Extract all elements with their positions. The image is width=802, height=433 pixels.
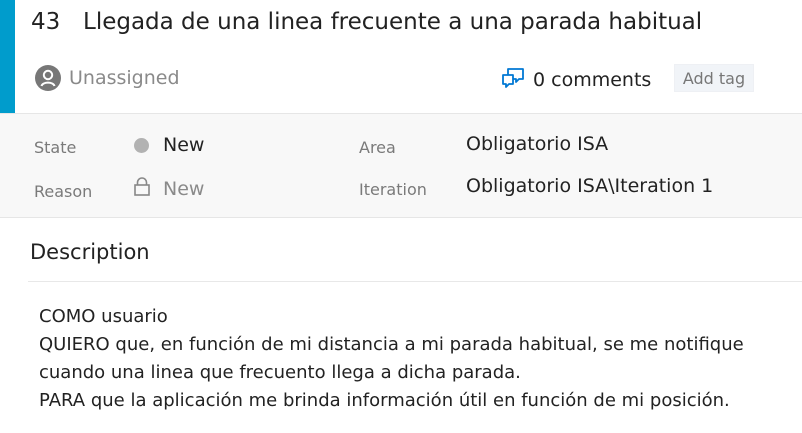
work-item-header: 43 Llegada de una linea frecuente a una …: [15, 0, 802, 113]
iteration-value[interactable]: Obligatorio ISA\Iteration 1: [466, 175, 713, 197]
work-item-type-color-bar: [0, 0, 15, 113]
area-label: Area: [359, 138, 396, 157]
area-value[interactable]: Obligatorio ISA: [466, 133, 608, 155]
state-label: State: [34, 138, 77, 157]
work-item-fields: State New Reason New Area Obligatorio IS…: [0, 113, 802, 218]
lock-icon: [133, 177, 151, 201]
description-line: cuando una linea que frecuento llega a d…: [39, 362, 521, 383]
description-divider: [28, 281, 802, 282]
description-heading: Description: [30, 240, 150, 264]
description-body[interactable]: COMO usuario QUIERO que, en función de m…: [39, 303, 744, 415]
reason-value: New: [163, 178, 205, 200]
user-avatar-icon: [35, 65, 61, 91]
comments-link[interactable]: 0 comments: [501, 67, 651, 93]
iteration-label: Iteration: [359, 180, 427, 199]
description-line: QUIERO que, en función de mi distancia a…: [39, 334, 744, 355]
work-item-id: 43: [31, 9, 61, 35]
comments-icon: [501, 67, 525, 93]
state-indicator-icon: [134, 138, 149, 153]
description-line: COMO usuario: [39, 306, 168, 327]
state-value[interactable]: New: [163, 134, 204, 156]
comments-count: 0 comments: [533, 69, 652, 91]
assignee-label: Unassigned: [69, 67, 180, 89]
add-tag-button[interactable]: Add tag: [674, 64, 754, 92]
description-line: PARA que la aplicación me brinda informa…: [39, 390, 730, 411]
assignee-picker[interactable]: Unassigned: [35, 65, 180, 91]
reason-label: Reason: [34, 182, 93, 201]
work-item-title[interactable]: Llegada de una linea frecuente a una par…: [83, 9, 702, 35]
